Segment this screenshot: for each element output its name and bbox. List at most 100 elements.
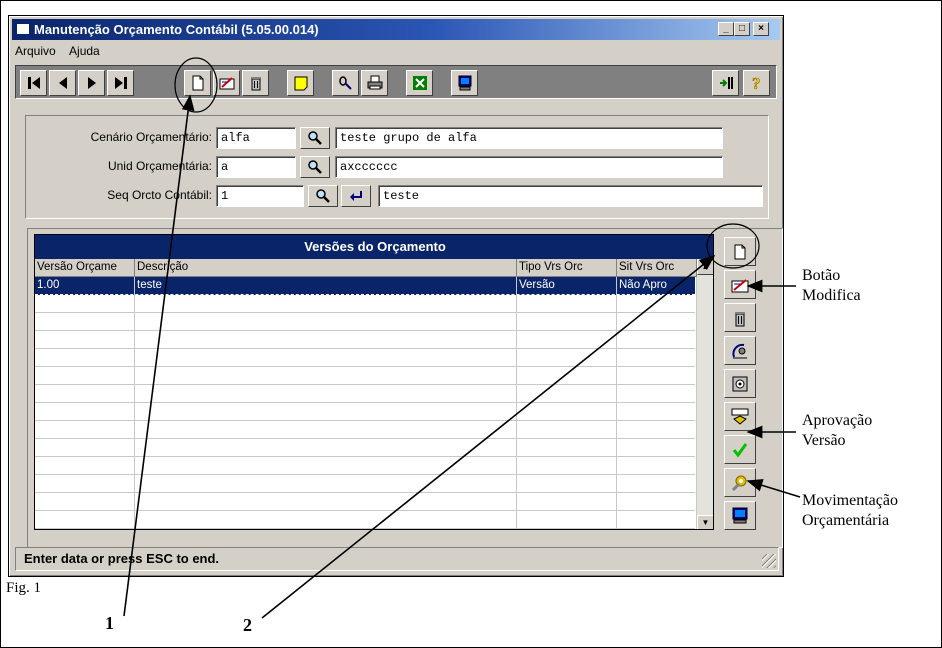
menu-ajuda[interactable]: Ajuda: [69, 44, 100, 58]
resize-grip[interactable]: [762, 554, 776, 568]
column-header-versao[interactable]: Versão Orçame: [35, 259, 135, 277]
cell-descricao: [135, 367, 517, 385]
cenario-code-input[interactable]: alfa: [216, 127, 296, 149]
print-button[interactable]: [361, 70, 388, 96]
side-approve-button[interactable]: [724, 435, 756, 464]
note-icon: [294, 76, 307, 91]
unid-code-input[interactable]: a: [216, 156, 296, 178]
cell-descricao: [135, 385, 517, 403]
cell-sit: [617, 313, 697, 331]
column-header-descricao[interactable]: Descrição: [135, 259, 517, 277]
cell-sit: [617, 349, 697, 367]
seq-description: teste: [378, 185, 763, 207]
table-row[interactable]: [35, 511, 697, 529]
versions-panel: Versões do Orçamento Versão Orçame Descr…: [27, 228, 783, 548]
table-row[interactable]: [35, 367, 697, 385]
cell-descricao: [135, 511, 517, 529]
cell-tipo: [517, 331, 617, 349]
cell-descricao: [135, 493, 517, 511]
svg-text:?: ?: [752, 74, 761, 92]
cell-versao: [35, 457, 135, 475]
side-new-button[interactable]: [724, 237, 756, 266]
menu-bar: Arquivo Ajuda: [15, 44, 110, 62]
form-panel: Cenário Orçamentário: alfa teste grupo d…: [25, 115, 769, 219]
link-button[interactable]: [332, 70, 359, 96]
previous-record-button[interactable]: [49, 70, 76, 96]
cell-tipo: [517, 313, 617, 331]
new-document-icon: [734, 244, 746, 259]
help-button[interactable]: ?: [743, 70, 770, 96]
unid-search-button[interactable]: [300, 156, 330, 178]
annotation-approve: Aprovação Versão: [802, 412, 873, 449]
last-record-button[interactable]: [107, 70, 134, 96]
side-modify-button[interactable]: [724, 270, 756, 299]
menu-arquivo[interactable]: Arquivo: [15, 44, 56, 58]
cell-descricao: [135, 313, 517, 331]
seq-search-button[interactable]: [308, 185, 338, 207]
cell-versao: [35, 349, 135, 367]
edit-icon: [219, 77, 234, 90]
satellite-icon: [732, 343, 747, 358]
scroll-down-button[interactable]: ▼: [697, 515, 713, 529]
trash-icon: [735, 311, 745, 326]
cell-versao: [35, 331, 135, 349]
maximize-button[interactable]: □: [734, 22, 750, 36]
cell-tipo: [517, 421, 617, 439]
cell-sit: [617, 457, 697, 475]
table-row[interactable]: [35, 421, 697, 439]
cell-versao: [35, 475, 135, 493]
table-row[interactable]: [35, 403, 697, 421]
close-button[interactable]: ×: [753, 22, 769, 36]
note-button[interactable]: [287, 70, 314, 96]
delete-record-button[interactable]: [242, 70, 269, 96]
side-ascii-button[interactable]: [724, 402, 756, 431]
cell-versao: [35, 403, 135, 421]
table-row[interactable]: [35, 457, 697, 475]
minimize-button[interactable]: _: [718, 22, 734, 36]
table-row[interactable]: [35, 295, 697, 313]
next-record-button[interactable]: [78, 70, 105, 96]
cenario-search-button[interactable]: [300, 127, 330, 149]
cell-tipo: [517, 439, 617, 457]
cell-versao: [35, 493, 135, 511]
side-satellite-button[interactable]: [724, 336, 756, 365]
cell-tipo: [517, 385, 617, 403]
search-icon: [316, 189, 330, 203]
table-row[interactable]: [35, 493, 697, 511]
side-delete-button[interactable]: [724, 303, 756, 332]
excel-export-button[interactable]: [406, 70, 433, 96]
title-bar[interactable]: Manutenção Orçamento Contábil (5.05.00.0…: [12, 19, 780, 40]
modify-icon: [731, 278, 749, 292]
table-row[interactable]: [35, 349, 697, 367]
unid-description: axcccccc: [335, 156, 723, 178]
scroll-up-button[interactable]: ▲: [697, 259, 713, 275]
cell-tipo: [517, 367, 617, 385]
grid-scrollbar[interactable]: ▲ ▼: [697, 259, 713, 529]
seq-return-button[interactable]: [341, 185, 371, 207]
side-monitor-button[interactable]: [724, 501, 756, 530]
search-icon: [308, 160, 322, 174]
table-row[interactable]: [35, 385, 697, 403]
side-movement-button[interactable]: [724, 468, 756, 497]
table-row[interactable]: 1.00 teste Versão Não Apro: [35, 277, 697, 295]
figure-caption: Fig. 1: [6, 580, 42, 596]
new-record-button[interactable]: [184, 70, 211, 96]
monitor-button[interactable]: [451, 70, 478, 96]
print-icon: [367, 75, 382, 90]
cell-versao: [35, 439, 135, 457]
cell-tipo: [517, 475, 617, 493]
goto-button[interactable]: [712, 70, 739, 96]
first-record-button[interactable]: [20, 70, 47, 96]
cell-sit: [617, 493, 697, 511]
seq-code-input[interactable]: 1: [216, 185, 304, 207]
column-header-sit[interactable]: Sit Vrs Orc: [617, 259, 697, 277]
table-row[interactable]: [35, 331, 697, 349]
table-row[interactable]: [35, 439, 697, 457]
table-row[interactable]: [35, 475, 697, 493]
table-row[interactable]: [35, 313, 697, 331]
cell-sit: [617, 367, 697, 385]
column-header-tipo[interactable]: Tipo Vrs Orc: [517, 259, 617, 277]
excel-icon: [412, 76, 427, 90]
side-safe-button[interactable]: [724, 369, 756, 398]
edit-record-button[interactable]: [213, 70, 240, 96]
